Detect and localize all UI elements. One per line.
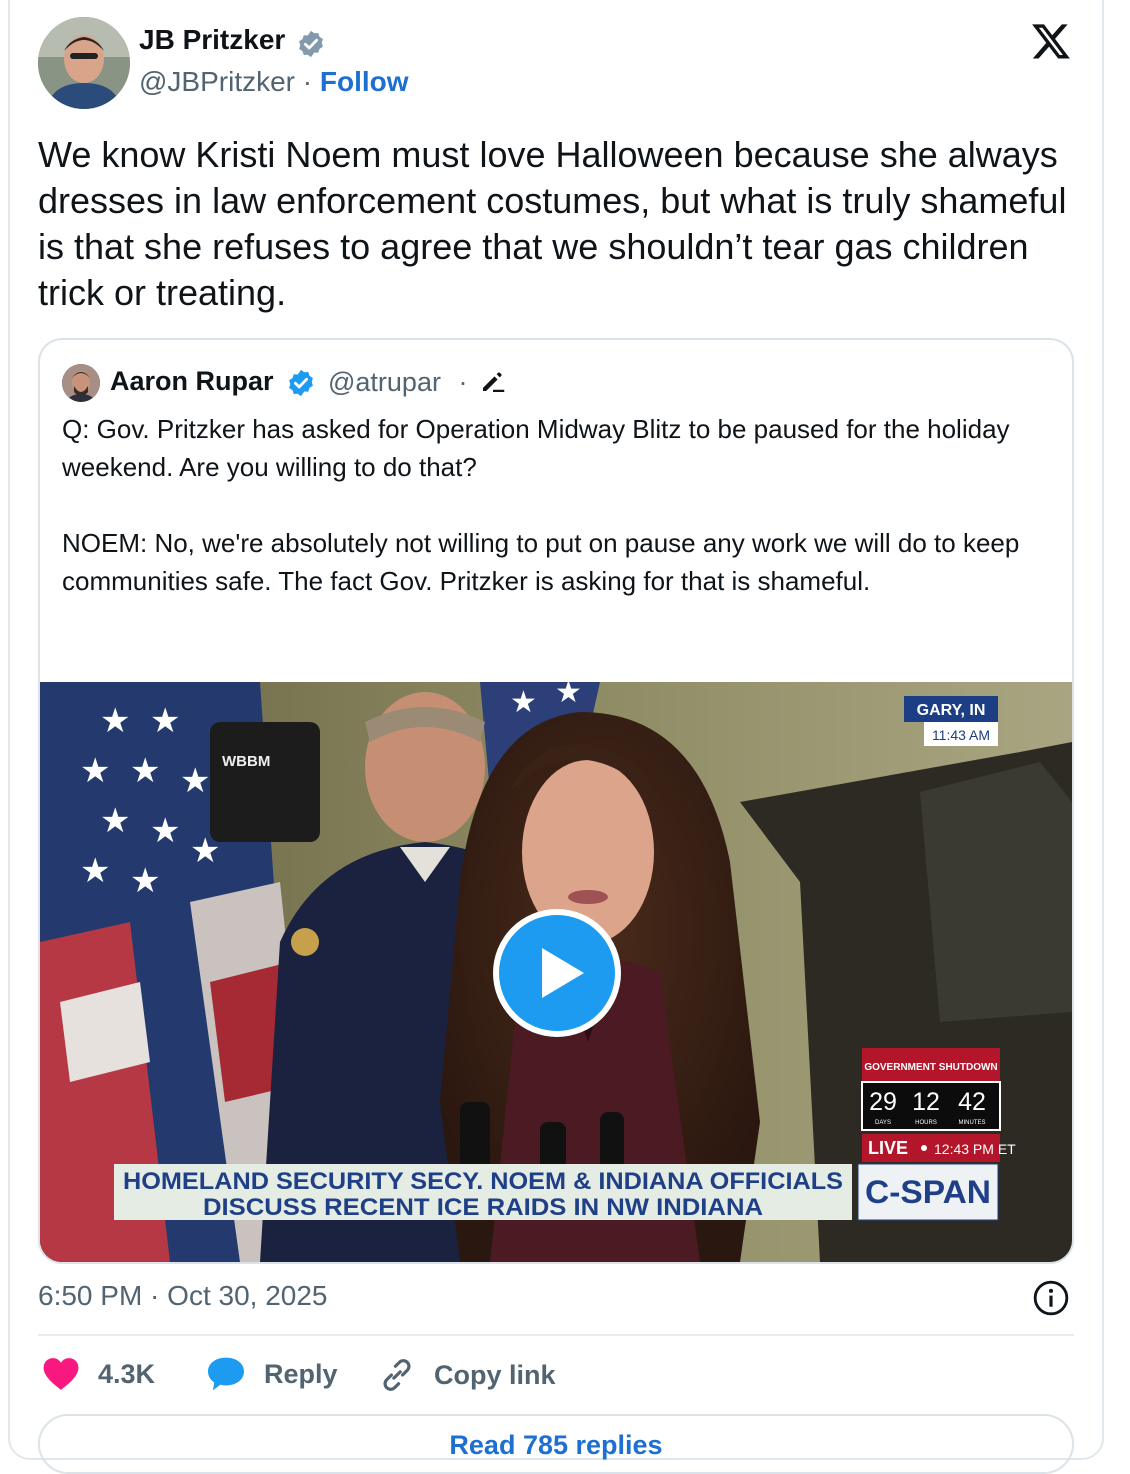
tweet-timestamp[interactable]: 6:50 PM · Oct 30, 2025 — [38, 1280, 328, 1312]
quoted-author-handle-row: @atrupar · — [328, 367, 467, 398]
location-label: GARY, IN — [917, 702, 986, 719]
footer-divider — [38, 1334, 1074, 1336]
live-dot — [921, 1145, 927, 1151]
shutdown-unit-days: DAYS — [875, 1120, 891, 1126]
author-name[interactable]: JB Pritzker — [139, 24, 285, 56]
like-count: 4.3K — [98, 1358, 156, 1389]
copy-link-label: Copy link — [434, 1359, 556, 1390]
svg-text:★: ★ — [555, 682, 582, 709]
read-replies-button[interactable]: Read 785 replies — [38, 1414, 1074, 1474]
play-icon[interactable] — [490, 906, 624, 1040]
verified-badge-icon — [289, 369, 313, 397]
svg-text:★: ★ — [100, 702, 130, 740]
separator-dot: · — [458, 367, 468, 397]
author-handle[interactable]: @JBPritzker — [139, 66, 295, 97]
info-icon[interactable] — [1032, 1279, 1070, 1317]
shutdown-days: 29 — [869, 1088, 897, 1116]
author-handle-row: @JBPritzker · Follow — [139, 66, 409, 98]
heart-icon — [43, 1358, 79, 1390]
reply-button[interactable]: Reply — [206, 1356, 338, 1392]
quoted-author-name[interactable]: Aaron Rupar — [110, 366, 274, 397]
reply-label: Reply — [264, 1358, 338, 1389]
svg-text:★: ★ — [510, 686, 537, 719]
shutdown-title: GOVERNMENT SHUTDOWN — [864, 1062, 997, 1073]
quoted-tweet[interactable]: Aaron Rupar @atrupar · Q: Gov. Pritzker … — [38, 338, 1074, 1264]
link-icon — [383, 1359, 411, 1391]
tweet-text: We know Kristi Noem must love Halloween … — [38, 134, 1067, 313]
svg-text:★: ★ — [80, 852, 110, 890]
svg-text:★: ★ — [80, 752, 110, 790]
svg-text:★: ★ — [150, 702, 180, 740]
copy-link-button[interactable]: Copy link — [378, 1356, 556, 1394]
local-time: 11:43 AM — [932, 727, 990, 743]
x-logo-icon[interactable] — [1029, 20, 1073, 62]
verified-badge-icon — [299, 30, 323, 58]
edit-pencil-icon — [483, 372, 505, 392]
quoted-author-avatar[interactable] — [62, 364, 100, 402]
live-time: 12:43 PM ET — [934, 1141, 1016, 1157]
follow-button[interactable]: Follow — [320, 66, 409, 97]
author-avatar[interactable] — [38, 17, 130, 109]
svg-text:★: ★ — [130, 752, 160, 790]
like-button[interactable]: 4.3K — [42, 1356, 155, 1392]
shutdown-unit-minutes: MINUTES — [959, 1120, 986, 1126]
svg-text:★: ★ — [150, 812, 180, 850]
live-label: LIVE — [868, 1138, 908, 1158]
svg-text:★: ★ — [180, 762, 210, 800]
reply-bubble-icon — [208, 1357, 244, 1391]
chyron-line1: HOMELAND SECURITY SECY. NOEM & INDIANA O… — [123, 1168, 843, 1195]
shutdown-hours: 12 — [912, 1088, 940, 1116]
svg-text:★: ★ — [130, 862, 160, 900]
shutdown-unit-hours: HOURS — [915, 1120, 937, 1126]
quoted-author-handle[interactable]: @atrupar — [328, 367, 441, 397]
network-logo: C-SPAN — [865, 1174, 991, 1210]
chyron-line2: DISCUSS RECENT ICE RAIDS IN NW INDIANA — [203, 1194, 763, 1221]
svg-text:★: ★ — [100, 802, 130, 840]
separator-dot: · — [302, 66, 313, 97]
station-watermark: WBBM — [222, 753, 270, 770]
video-player[interactable]: ★★ ★★★ ★★ ★★★ ★★★ WBBM — [40, 682, 1072, 1262]
quoted-tweet-text: Q: Gov. Pritzker has asked for Operation… — [62, 414, 1020, 596]
shutdown-minutes: 42 — [958, 1088, 986, 1116]
